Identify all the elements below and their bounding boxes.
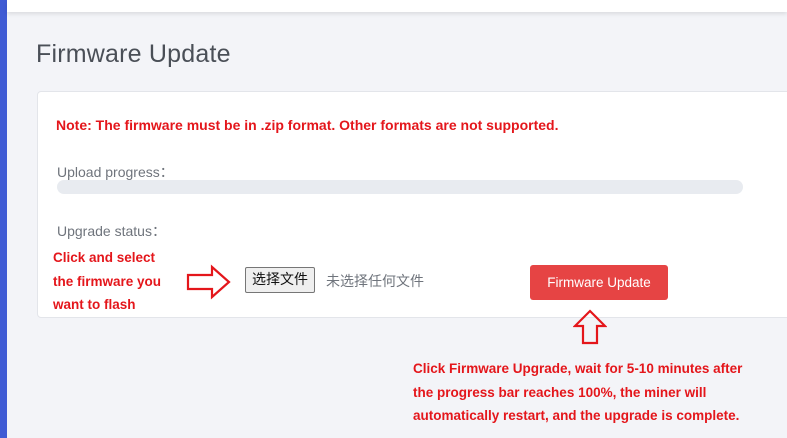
- upgrade-instructions-annotation: Click Firmware Upgrade, wait for 5-10 mi…: [413, 357, 783, 428]
- sidebar-edge: [0, 0, 7, 438]
- arrow-up-icon: [573, 309, 607, 345]
- annotation-line: Click and select: [53, 250, 156, 265]
- file-selection-status: 未选择任何文件: [326, 274, 424, 290]
- page-title: Firmware Update: [36, 40, 231, 68]
- choose-file-button[interactable]: 选择文件: [245, 267, 315, 293]
- format-note: Note: The firmware must be in .zip forma…: [56, 117, 559, 133]
- annotation-line: automatically restart, and the upgrade i…: [413, 408, 740, 423]
- annotation-line: want to flash: [53, 297, 136, 312]
- upgrade-status-label: Upgrade status：: [57, 223, 166, 239]
- arrow-right-icon: [186, 264, 231, 300]
- firmware-update-button[interactable]: Firmware Update: [530, 265, 668, 300]
- upload-progress-bar: [57, 180, 743, 194]
- annotation-line: Click Firmware Upgrade, wait for 5-10 mi…: [413, 361, 743, 376]
- upload-progress-label: Upload progress：: [57, 164, 174, 180]
- top-bar: [7, 0, 787, 12]
- annotation-line: the firmware you: [53, 273, 162, 289]
- annotation-line: the progress bar reaches 100%, the miner…: [413, 384, 707, 400]
- page: Firmware Update Note: The firmware must …: [0, 0, 787, 438]
- select-firmware-annotation: Click and select the firmware you want t…: [53, 246, 188, 317]
